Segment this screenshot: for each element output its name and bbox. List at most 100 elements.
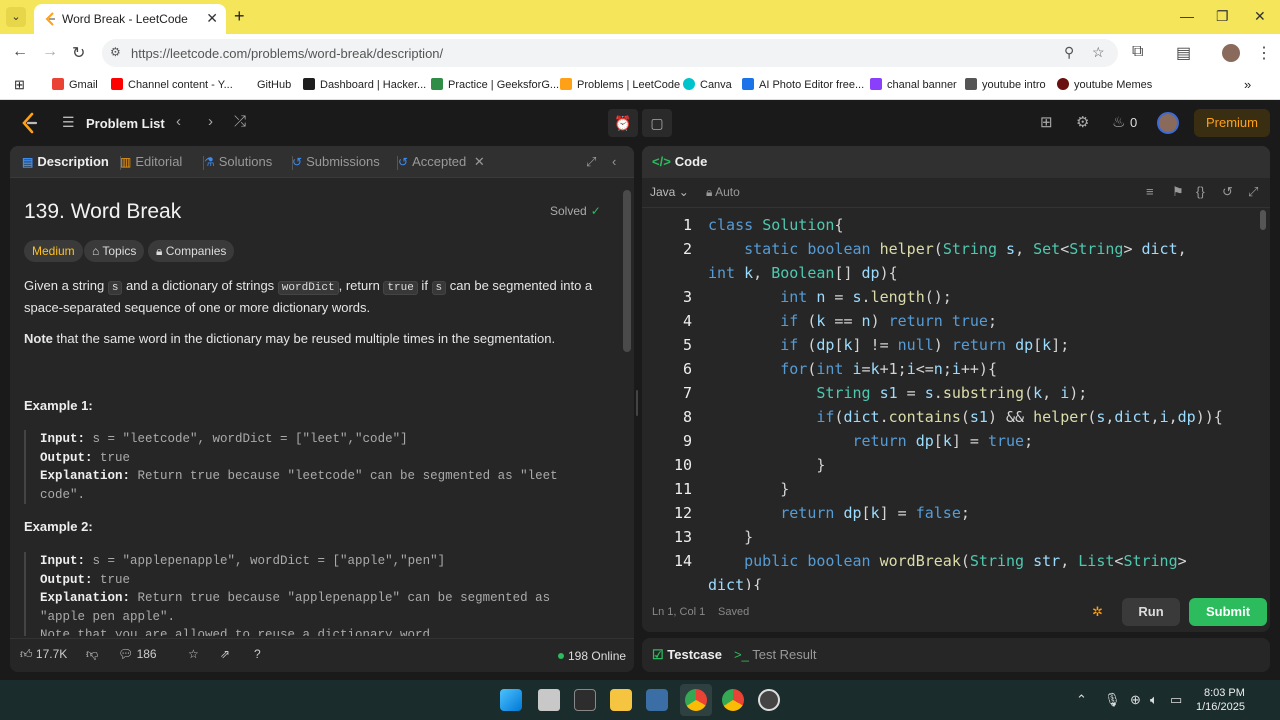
collapse-panel-icon[interactable]: ‹ <box>612 154 616 169</box>
format-icon[interactable]: ≡ <box>1146 184 1154 199</box>
run-button[interactable]: Run <box>1122 598 1180 626</box>
bookmark-star-icon[interactable]: ☆ <box>1092 44 1105 61</box>
speaker-icon[interactable]: 🔈︎ <box>1150 692 1158 708</box>
layout-grid-icon[interactable]: ⊞ <box>1040 113 1053 131</box>
recorder-icon[interactable] <box>758 689 780 711</box>
new-tab-button[interactable]: + <box>234 6 245 27</box>
editor-toolbar: Java ⌄ 🔒︎ Auto ≡ ⚑ {} ↺ ⤢ <box>642 178 1270 208</box>
tab-description[interactable]: ▤ Description <box>22 154 109 169</box>
thumbs-down-icon: 👎︎ <box>86 647 99 661</box>
bookmark-chanal-banner[interactable]: chanal banner <box>870 78 957 91</box>
bookmark-geeksforgeeks[interactable]: Practice | GeeksforG... <box>431 78 559 91</box>
code-tab[interactable]: </> Code <box>652 154 707 169</box>
notes-button[interactable]: ▢ <box>642 109 672 137</box>
chrome-profile-icon[interactable] <box>722 689 744 711</box>
submit-button[interactable]: Submit <box>1189 598 1267 626</box>
description-scrollbar[interactable] <box>620 178 634 638</box>
share-icon[interactable]: ⇗ <box>220 647 230 661</box>
calculator-icon[interactable] <box>646 689 668 711</box>
browser-menu-icon[interactable]: ⋮ <box>1256 43 1272 63</box>
bookmark-icon[interactable]: ⚑ <box>1172 184 1184 200</box>
language-select[interactable]: Java ⌄ <box>650 185 689 199</box>
apps-icon[interactable]: ⊞ <box>14 77 25 93</box>
tab-search-icon[interactable]: ⌄ <box>6 7 26 27</box>
editor-scrollbar-thumb[interactable] <box>1260 210 1266 230</box>
fullscreen-icon[interactable]: ⤢ <box>1248 184 1258 200</box>
close-tab-icon[interactable]: ✕ <box>474 154 485 169</box>
file-explorer-icon[interactable] <box>610 689 632 711</box>
problem-list-link[interactable]: Problem List <box>86 116 165 131</box>
back-icon[interactable]: ← <box>12 43 28 61</box>
scrollbar-thumb[interactable] <box>623 190 631 352</box>
code-editor[interactable]: 1 class Solution{ 2 static boolean helper… <box>642 214 1270 590</box>
site-info-icon[interactable]: ⚙ <box>110 45 126 61</box>
terminal-icon: >_ <box>734 647 749 662</box>
bookmark-canva[interactable]: Canva <box>683 78 732 91</box>
timer-button[interactable]: ⏰ <box>608 109 638 137</box>
difficulty-badge[interactable]: Medium <box>24 240 83 262</box>
chrome-icon[interactable] <box>685 689 707 711</box>
tab-accepted[interactable]: ↺ Accepted ✕ <box>398 154 485 170</box>
tab-submissions[interactable]: ↺ Submissions <box>292 154 380 169</box>
tab-test-result[interactable]: >_ Test Result <box>734 647 817 662</box>
language-globe-icon[interactable]: ⊕ <box>1130 692 1141 708</box>
terminal-app-icon[interactable] <box>574 689 596 711</box>
battery-icon[interactable]: ▭ <box>1170 692 1182 708</box>
prev-problem-icon[interactable]: ‹ <box>176 113 181 130</box>
close-window-icon[interactable]: ✕ <box>1254 8 1266 25</box>
dislike-button[interactable]: 👎︎ <box>86 647 98 662</box>
bookmark-youtube-intro[interactable]: youtube intro <box>965 78 1046 91</box>
companies-chip[interactable]: 🔒︎ Companies <box>148 240 235 262</box>
premium-button[interactable]: Premium <box>1194 109 1270 137</box>
user-avatar[interactable] <box>1157 112 1179 134</box>
tab-editorial[interactable]: ▥ Editorial <box>120 154 182 169</box>
zoom-icon[interactable]: ⚲ <box>1064 44 1074 61</box>
reading-list-icon[interactable]: ▤ <box>1176 43 1191 63</box>
reset-icon[interactable]: ↺ <box>1222 184 1233 200</box>
extensions-icon[interactable]: ⧉ <box>1132 43 1143 61</box>
tab-testcase[interactable]: ☑ Testcase <box>652 647 722 663</box>
bookmark-channel[interactable]: Channel content - Y... <box>111 78 233 91</box>
bookmark-hackerrank[interactable]: Dashboard | Hacker... <box>303 78 426 91</box>
browser-tab[interactable]: Word Break - LeetCode ✕ <box>34 4 226 34</box>
bookmark-leetcode[interactable]: Problems | LeetCode <box>560 78 680 91</box>
problem-list-icon[interactable]: ☰ <box>62 114 75 131</box>
tray-overflow-icon[interactable]: ⌃ <box>1076 692 1087 708</box>
help-icon[interactable]: ? <box>254 647 261 661</box>
auto-mode[interactable]: 🔒︎ Auto <box>706 185 740 200</box>
bookmark-gmail[interactable]: Gmail <box>52 78 98 91</box>
more-bookmarks-icon[interactable]: » <box>1244 77 1251 92</box>
close-tab-icon[interactable]: ✕ <box>206 10 218 27</box>
maximize-panel-icon[interactable]: ⤢ <box>586 154 596 170</box>
forward-icon[interactable]: → <box>42 43 58 61</box>
microphone-icon[interactable]: 🎙︎ <box>1104 692 1121 708</box>
leetcode-logo-icon[interactable] <box>20 112 40 134</box>
windows-start-icon[interactable] <box>500 689 522 711</box>
omnibox[interactable]: ⚙ https://leetcode.com/problems/word-bre… <box>102 39 1118 67</box>
settings-icon[interactable]: ⚙ <box>1076 113 1089 131</box>
topics-chip[interactable]: ⌂ Topics <box>84 240 145 262</box>
like-button[interactable]: 👍︎ 17.7K <box>20 647 67 662</box>
debugger-icon[interactable]: ✲ <box>1092 604 1103 620</box>
bookmark-ai-photo[interactable]: AI Photo Editor free... <box>742 78 864 91</box>
comments-button[interactable]: 💬︎ 186 <box>118 647 157 661</box>
bookmark-youtube-memes[interactable]: youtube Memes <box>1057 78 1152 91</box>
minimize-icon[interactable]: — <box>1180 8 1194 24</box>
streak-flame-icon[interactable]: ♨ <box>1112 113 1125 131</box>
shuffle-icon[interactable]: ⤮ <box>234 113 246 130</box>
favorite-star-icon[interactable]: ☆ <box>188 647 199 661</box>
panel-resize-handle[interactable] <box>636 390 638 416</box>
maximize-icon[interactable]: ❐ <box>1216 8 1229 25</box>
url-text[interactable]: https://leetcode.com/problems/word-break… <box>131 46 443 61</box>
task-view-icon[interactable] <box>538 689 560 711</box>
profile-avatar[interactable] <box>1222 44 1240 62</box>
alarm-clock-icon: ⏰ <box>614 115 632 131</box>
braces-icon[interactable]: {} <box>1196 184 1205 199</box>
bookmark-github[interactable]: GitHub <box>240 78 291 91</box>
reload-icon[interactable]: ↻ <box>72 43 85 63</box>
code-line: 11 } <box>673 480 790 498</box>
code-line: 10 } <box>673 456 826 474</box>
next-problem-icon[interactable]: › <box>208 113 213 130</box>
tab-solutions[interactable]: ⚗ Solutions <box>204 154 272 169</box>
system-clock[interactable]: 8:03 PM 1/16/2025 <box>1196 686 1245 714</box>
